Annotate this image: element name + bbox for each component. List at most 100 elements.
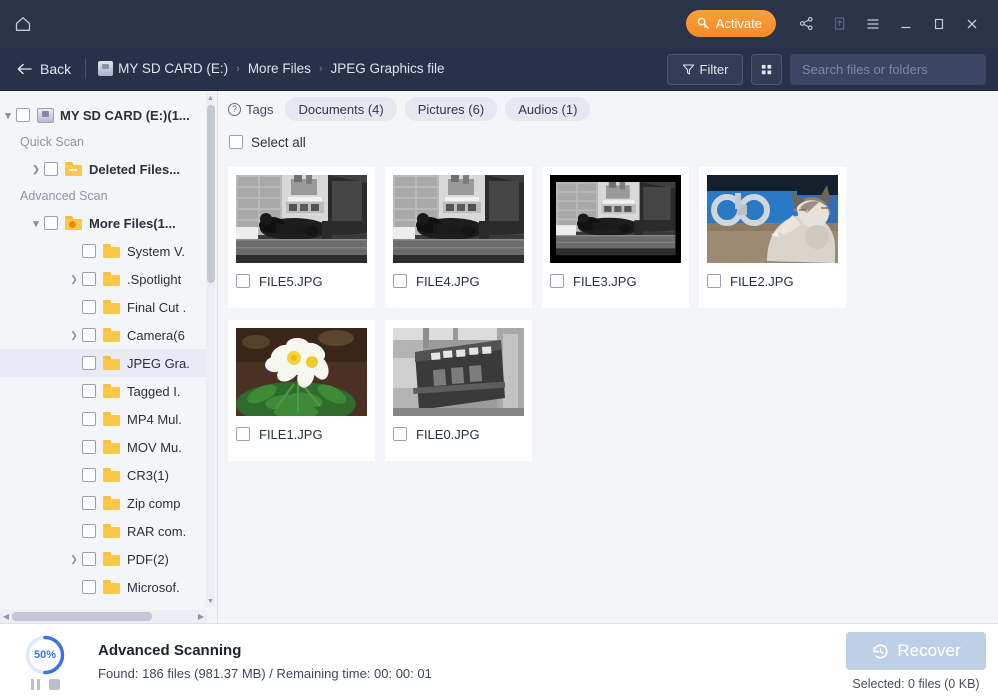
chevron-right-icon[interactable] [28,164,44,175]
activate-button[interactable]: Activate [685,10,776,37]
select-all-checkbox[interactable] [229,135,243,149]
chevron-right-icon[interactable] [66,274,82,285]
tree-item[interactable]: JPEG Gra. [0,349,207,377]
restore-clock-icon [873,643,888,658]
file-checkbox[interactable] [393,274,407,288]
tree-item-checkbox[interactable] [82,356,96,370]
file-card[interactable]: FILE2.JPG [699,167,846,308]
share-button[interactable] [790,0,823,47]
tag-chip-label: Audios (1) [518,101,578,117]
tree-item[interactable]: Camera(6 [0,321,207,349]
tree-item[interactable]: MOV Mu. [0,433,207,461]
sidebar-vscroll-thumb[interactable] [207,105,215,283]
chevron-down-icon[interactable] [28,217,44,230]
folder-icon [103,244,120,258]
grid-view-icon [761,64,772,74]
search-box[interactable] [790,53,986,85]
sidebar-horizontal-scrollbar[interactable]: ◀ ▶ [0,610,207,623]
file-checkbox[interactable] [707,274,721,288]
file-card[interactable]: FILE4.JPG [385,167,532,308]
file-thumbnail[interactable] [550,175,681,263]
tree-item[interactable]: Final Cut . [0,293,207,321]
tree-item-checkbox[interactable] [82,552,96,566]
tag-chip-documents[interactable]: Documents (4) [285,97,397,121]
file-card[interactable]: FILE0.JPG [385,320,532,461]
file-card-footer: FILE0.JPG [393,416,524,452]
tree-item[interactable]: Microsof. [0,573,207,601]
file-card[interactable]: FILE5.JPG [228,167,375,308]
tree-item-checkbox[interactable] [82,440,96,454]
sidebar-hscroll-thumb[interactable] [12,612,152,621]
file-checkbox[interactable] [393,427,407,441]
tree-item[interactable]: System V. [0,237,207,265]
tree-item-checkbox[interactable] [82,384,96,398]
folder-icon [103,328,120,342]
tree-item-checkbox[interactable] [16,108,30,122]
tree-item[interactable]: .Spotlight [0,265,207,293]
search-input[interactable] [802,61,978,77]
tree-item-checkbox[interactable] [82,580,96,594]
scroll-up-arrow[interactable]: ▲ [206,93,215,104]
recover-button[interactable]: Recover [846,632,986,670]
folder-icon [65,216,82,230]
tree-item-checkbox[interactable] [44,162,58,176]
scroll-right-arrow[interactable]: ▶ [195,612,207,621]
file-thumbnail[interactable] [707,175,838,263]
upgrade-button[interactable] [823,0,856,47]
tree-item[interactable]: Zip comp [0,489,207,517]
minimize-button[interactable] [889,0,922,47]
chevron-right-icon[interactable] [66,330,82,341]
tag-chip-pictures[interactable]: Pictures (6) [404,97,498,121]
tree-item-checkbox[interactable] [82,244,96,258]
folder-icon [103,440,120,454]
tag-chip-audios[interactable]: Audios (1) [505,97,591,121]
tree-item-checkbox[interactable] [82,328,96,342]
folder-badge-icon [69,221,76,228]
tree-item[interactable]: MY SD CARD (E:)(1... [0,101,207,129]
chevron-down-icon[interactable] [0,109,16,122]
back-button[interactable]: Back [16,61,71,77]
tree-item[interactable]: Tagged I. [0,377,207,405]
tree-item-label: CR3(1) [127,467,169,483]
question-mark-icon[interactable]: ? [228,102,241,116]
file-checkbox[interactable] [236,274,250,288]
menu-button[interactable] [856,0,889,47]
scroll-left-arrow[interactable]: ◀ [0,612,12,621]
file-thumbnail[interactable] [236,175,367,263]
filter-button[interactable]: Filter [667,53,743,85]
file-grid: FILE5.JPG FILE4.JPG FILE3.JPG FILE2.JPG … [218,157,998,623]
tree-item-checkbox[interactable] [44,216,58,230]
breadcrumb-item-drive[interactable]: MY SD CARD (E:) [118,61,228,76]
close-button[interactable] [955,0,988,47]
maximize-button[interactable] [922,0,955,47]
file-card[interactable]: FILE3.JPG [542,167,689,308]
sidebar-vertical-scrollbar[interactable]: ▲ ▼ [206,93,215,607]
tree-item[interactable]: MP4 Mul. [0,405,207,433]
breadcrumb-item-more-files[interactable]: More Files [248,61,311,76]
home-button[interactable] [0,0,46,47]
tree-item-checkbox[interactable] [82,496,96,510]
tree-item[interactable]: CR3(1) [0,461,207,489]
tree-item-checkbox[interactable] [82,524,96,538]
tree-item[interactable]: RAR com. [0,517,207,545]
tree-item[interactable]: Deleted Files... [0,155,207,183]
breadcrumb-item-jpeg[interactable]: JPEG Graphics file [331,61,445,76]
pause-icon[interactable] [30,678,40,690]
file-thumbnail[interactable] [393,175,524,263]
scroll-down-arrow[interactable]: ▼ [206,596,215,607]
stop-icon[interactable] [48,678,60,690]
file-thumbnail[interactable] [236,328,367,416]
folder-tree: MY SD CARD (E:)(1... Quick Scan Deleted Fi… [0,91,207,609]
file-checkbox[interactable] [236,427,250,441]
tree-item[interactable]: More Files(1... [0,209,207,237]
file-thumbnail[interactable] [393,328,524,416]
tree-item-checkbox[interactable] [82,272,96,286]
tree-item-checkbox[interactable] [82,300,96,314]
grid-view-button[interactable] [751,53,782,85]
tree-item-checkbox[interactable] [82,468,96,482]
tree-item[interactable]: PDF(2) [0,545,207,573]
tree-item-checkbox[interactable] [82,412,96,426]
file-checkbox[interactable] [550,274,564,288]
chevron-right-icon[interactable] [66,554,82,565]
file-card[interactable]: FILE1.JPG [228,320,375,461]
